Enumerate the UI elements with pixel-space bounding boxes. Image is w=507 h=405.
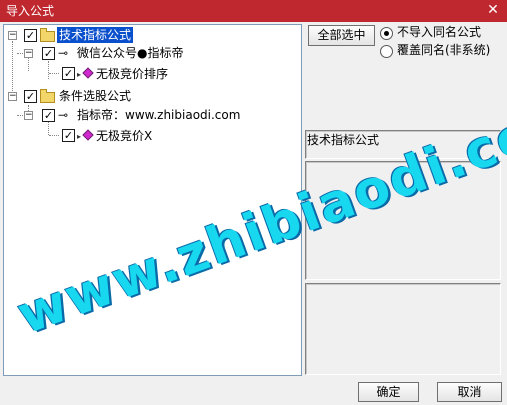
select-all-button[interactable]: 全部选中	[308, 25, 375, 46]
formula-type-label: 技术指标公式	[307, 133, 380, 147]
folder-icon	[40, 89, 55, 103]
cancel-button[interactable]: 取消	[437, 382, 502, 402]
description-box	[305, 161, 501, 280]
tree-connector	[49, 135, 59, 136]
radio-overwrite-duplicates[interactable]	[380, 45, 393, 58]
tree-node-wuji-x[interactable]: 无极竞价X	[96, 128, 152, 144]
collapse-icon[interactable]: −	[8, 92, 17, 101]
checkbox-tech-formula[interactable]: ✓	[24, 29, 37, 42]
checkbox-wuji-x[interactable]: ✓	[62, 129, 75, 142]
formula-gem-icon	[82, 67, 94, 79]
ok-button[interactable]: 确定	[358, 382, 419, 402]
collapse-icon[interactable]: −	[24, 49, 33, 58]
tree-node-wechat-group[interactable]: 微信公众号●指标帝	[77, 45, 183, 61]
close-icon[interactable]: ✕	[485, 2, 501, 18]
formula-gem-icon	[82, 129, 94, 141]
checkbox-zhibiaodi-group[interactable]: ✓	[42, 109, 55, 122]
folder-icon	[40, 28, 55, 42]
collapse-icon[interactable]: −	[24, 111, 33, 120]
formula-tree[interactable]: − ✓ 技术指标公式 − ✓ ⊸ 微信公众号●指标帝 ✓ ▸ 无极竞价排序 − …	[3, 24, 302, 376]
tree-connector	[49, 73, 59, 74]
radio-overwrite-label[interactable]: 覆盖同名(非系统)	[397, 43, 490, 58]
tree-connector	[48, 61, 49, 79]
radio-skip-duplicates[interactable]	[380, 27, 393, 40]
radio-skip-label[interactable]: 不导入同名公式	[397, 25, 481, 40]
checkbox-wuji-sort[interactable]: ✓	[62, 67, 75, 80]
tree-node-wuji-sort[interactable]: 无极竞价排序	[96, 66, 168, 82]
tree-node-zhibiaodi-group[interactable]: 指标帝：www.zhibiaodi.com	[77, 107, 240, 123]
tree-node-tech-formula[interactable]: 技术指标公式	[57, 27, 134, 43]
tree-node-condition-formula[interactable]: 条件选股公式	[59, 88, 131, 104]
formula-arrow-icon: ▸	[77, 132, 82, 141]
parameter-box	[305, 283, 501, 375]
window-title: 导入公式	[6, 4, 55, 18]
formula-arrow-icon: ▸	[77, 70, 82, 79]
key-icon: ⊸	[58, 108, 69, 122]
formula-type-box: 技术指标公式	[305, 130, 501, 159]
checkbox-condition-formula[interactable]: ✓	[24, 90, 37, 103]
key-icon: ⊸	[58, 46, 69, 60]
collapse-icon[interactable]: −	[8, 31, 17, 40]
checkbox-wechat-group[interactable]: ✓	[42, 47, 55, 60]
title-bar: 导入公式 ✕	[0, 0, 507, 22]
